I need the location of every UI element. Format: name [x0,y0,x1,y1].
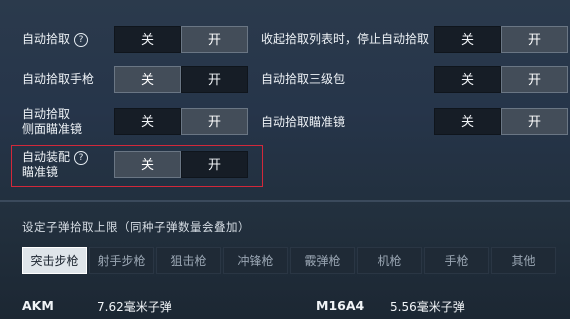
auto-pickup-on-option[interactable]: 开 [181,26,248,53]
stop-on-list-collapse-label: 收起拾取列表时，停止自动拾取 [261,32,430,46]
gun-name: AKM [22,298,54,313]
ammo-type: 7.62毫米子弹 [97,300,172,314]
tab-marksman-rifle[interactable]: 射手步枪 [89,247,154,274]
tab-sniper-rifle[interactable]: 狙击枪 [156,247,221,274]
auto-equip-scope-label: 自动装配? 瞄准镜 [22,150,89,180]
auto-pickup-lvl3-bag-on-option[interactable]: 开 [501,66,568,93]
auto-pickup-scope-toggle[interactable]: 关 开 [434,108,568,135]
tab-machine-gun[interactable]: 机枪 [357,247,422,274]
auto-pickup-lvl3-bag-off-option[interactable]: 关 [434,66,501,93]
auto-equip-scope-toggle[interactable]: 关 开 [114,151,248,178]
ammo-limit-title: 设定子弹拾取上限（同种子弹数量会叠加） [22,220,250,234]
ammo-type: 5.56毫米子弹 [390,300,465,314]
auto-pickup-lvl3-bag-toggle[interactable]: 关 开 [434,66,568,93]
auto-pickup-side-scope-toggle[interactable]: 关 开 [114,108,248,135]
auto-pickup-pistol-toggle[interactable]: 关 开 [114,66,248,93]
auto-pickup-pistol-on-option[interactable]: 开 [181,66,248,93]
auto-equip-scope-off-option[interactable]: 关 [114,151,181,178]
gun-name: M16A4 [316,298,365,313]
auto-pickup-scope-off-option[interactable]: 关 [434,108,501,135]
auto-equip-scope-on-option[interactable]: 开 [181,151,248,178]
auto-pickup-toggle[interactable]: 关 开 [114,26,248,53]
ammo-row: M16A4 [316,298,364,313]
tab-assault-rifle[interactable]: 突击步枪 [22,247,87,274]
auto-pickup-side-scope-on-option[interactable]: 开 [181,108,248,135]
stop-on-list-collapse-off-option[interactable]: 关 [434,26,501,53]
auto-pickup-lvl3-bag-label: 自动拾取三级包 [261,72,346,86]
ammo-row: AKM [22,298,54,313]
auto-pickup-scope-on-option[interactable]: 开 [501,108,568,135]
auto-pickup-pistol-label: 自动拾取手枪 [22,72,95,86]
stop-on-list-collapse-toggle[interactable]: 关 开 [434,26,568,53]
auto-pickup-scope-label: 自动拾取瞄准镜 [261,115,346,129]
tab-other[interactable]: 其他 [491,247,556,274]
weapon-category-tabs: 突击步枪 射手步枪 狙击枪 冲锋枪 霰弹枪 机枪 手枪 其他 [22,247,556,274]
tab-shotgun[interactable]: 霰弹枪 [290,247,355,274]
stop-on-list-collapse-on-option[interactable]: 开 [501,26,568,53]
tab-smg[interactable]: 冲锋枪 [223,247,288,274]
auto-pickup-side-scope-off-option[interactable]: 关 [114,108,181,135]
question-circle-icon[interactable]: ? [74,150,89,165]
auto-pickup-off-option[interactable]: 关 [114,26,181,53]
auto-pickup-pistol-off-option[interactable]: 关 [114,66,181,93]
auto-pickup-side-scope-label: 自动拾取 侧面瞄准镜 [22,107,83,136]
tab-pistol[interactable]: 手枪 [424,247,489,274]
auto-pickup-label: 自动拾取? [22,32,89,47]
question-circle-icon[interactable]: ? [74,32,89,47]
